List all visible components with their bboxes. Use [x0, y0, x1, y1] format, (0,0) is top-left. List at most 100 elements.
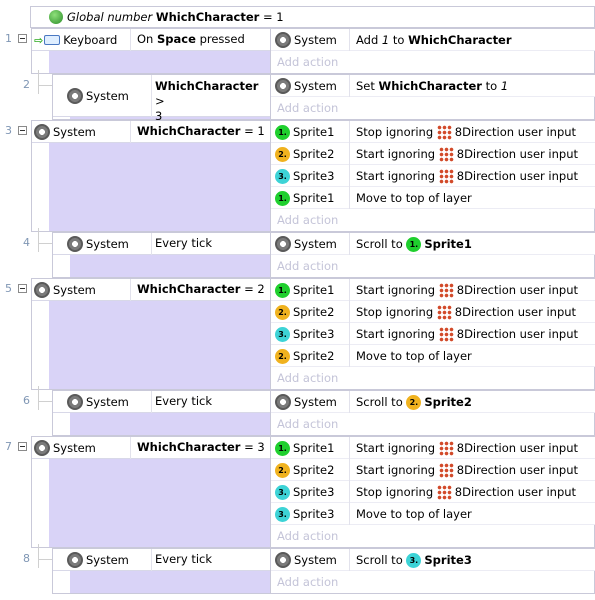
action-object-name: Sprite2: [293, 463, 335, 477]
event-condition[interactable]: System WhichCharacter >3: [53, 75, 270, 123]
collapse-toggle-icon[interactable]: [18, 284, 27, 293]
action-row[interactable]: System Add 1 to WhichCharacter: [271, 29, 595, 51]
add-action-link[interactable]: Add action: [271, 209, 595, 231]
condition-object: System: [67, 233, 129, 255]
action-object-name: Sprite3: [293, 485, 335, 499]
action-variable: WhichCharacter: [408, 33, 512, 47]
global-var-name: WhichCharacter: [155, 10, 260, 24]
condition-text: Every tick: [155, 233, 269, 255]
event-condition[interactable]: System WhichCharacter = 3: [32, 437, 270, 459]
condition-area[interactable]: [70, 412, 270, 435]
collapse-toggle-icon[interactable]: [18, 442, 27, 451]
action-row[interactable]: System Scroll to 2. Sprite2: [271, 391, 595, 413]
action-text: Stop ignoring 8Direction user input: [356, 301, 576, 323]
add-action-link[interactable]: Add action: [271, 413, 595, 435]
keyboard-icon: ⇨: [34, 34, 61, 47]
condition-object: System: [67, 549, 129, 571]
action-object: System: [275, 233, 337, 255]
behavior-name: 8Direction user input: [456, 441, 578, 455]
action-object-name: Sprite3: [293, 327, 335, 341]
action-text: Scroll to 2. Sprite2: [356, 391, 472, 413]
sprite1-icon: 1.: [275, 190, 290, 206]
sprite1-icon: 1.: [275, 282, 290, 298]
cell-divider: [151, 391, 152, 413]
condition-area[interactable]: [49, 300, 270, 389]
action-prefix: Scroll to: [356, 553, 403, 567]
condition-text: WhichCharacter = 3: [137, 437, 268, 459]
action-text: Start ignoring 8Direction user input: [356, 143, 578, 165]
action-label: Start ignoring: [356, 283, 436, 297]
action-row[interactable]: 2. Sprite2 Start ignoring 8Direction user …: [271, 143, 595, 165]
action-row[interactable]: 2. Sprite2 Stop ignoring 8Direction user i…: [271, 301, 595, 323]
cell-divider: [349, 503, 350, 525]
action-row[interactable]: 2. Sprite2 Move to top of layer: [271, 345, 595, 367]
sprite2-icon: 2.: [275, 348, 290, 364]
sprite2-icon: 2.: [275, 146, 290, 162]
action-row[interactable]: 3. Sprite3 Start ignoring 8Direction user …: [271, 323, 595, 345]
collapse-toggle-icon[interactable]: [18, 126, 27, 135]
add-action-link[interactable]: Add action: [271, 97, 595, 119]
add-action-link[interactable]: Add action: [271, 367, 595, 389]
action-row[interactable]: 3. Sprite3 Stop ignoring 8Direction user i…: [271, 481, 595, 503]
action-object: 1. Sprite1: [275, 121, 334, 143]
cell-divider: [349, 459, 350, 481]
action-row[interactable]: System Scroll to 3. Sprite3: [271, 549, 595, 571]
condition-suffix: = 1: [244, 124, 265, 138]
action-object: 3. Sprite3: [275, 503, 334, 525]
condition-text: Every tick: [155, 549, 269, 571]
gear-icon: [275, 78, 291, 94]
cell-divider: [349, 165, 350, 187]
action-connector: to: [392, 33, 405, 47]
event-condition[interactable]: ⇨ Keyboard On Space pressed: [32, 29, 270, 51]
condition-area[interactable]: [70, 570, 270, 593]
action-row[interactable]: 1. Sprite1 Start ignoring 8Direction user …: [271, 279, 595, 301]
condition-area[interactable]: [49, 50, 270, 73]
event-condition[interactable]: System Every tick: [53, 391, 270, 413]
action-row[interactable]: 1. Sprite1 Start ignoring 8Direction user …: [271, 437, 595, 459]
condition-area[interactable]: [49, 458, 270, 547]
add-action-link[interactable]: Add action: [271, 255, 595, 277]
sprite3-icon: 3.: [275, 326, 290, 342]
event-number: 7: [5, 440, 12, 453]
event-condition[interactable]: System Every tick: [53, 549, 270, 571]
behavior-name: 8Direction user input: [456, 327, 578, 341]
collapse-toggle-icon[interactable]: [18, 34, 27, 43]
action-row[interactable]: System Scroll to 1. Sprite1: [271, 233, 595, 255]
action-label: Stop ignoring: [356, 485, 434, 499]
action-row[interactable]: 2. Sprite2 Start ignoring 8Direction user …: [271, 459, 595, 481]
condition-object: System: [34, 279, 96, 301]
scroll-target: Sprite3: [424, 553, 472, 567]
cell-divider: [349, 391, 350, 413]
sprite1-icon: 1.: [275, 124, 290, 140]
gear-icon: [34, 282, 50, 298]
sprite2-icon: 2.: [275, 304, 290, 320]
event-condition[interactable]: System WhichCharacter = 1: [32, 121, 270, 143]
column-divider: [270, 232, 271, 278]
global-variable-row[interactable]: Global number WhichCharacter = 1: [30, 6, 595, 28]
add-action-link[interactable]: Add action: [271, 51, 595, 73]
action-object-name: Sprite1: [293, 191, 335, 205]
add-action-link[interactable]: Add action: [271, 571, 595, 593]
gear-icon: [34, 440, 50, 456]
action-amount: 1: [381, 33, 390, 47]
tree-line: [38, 386, 39, 410]
action-label: Stop ignoring: [356, 125, 434, 139]
condition-area[interactable]: [70, 254, 270, 277]
add-action-link[interactable]: Add action: [271, 525, 595, 547]
action-object: 2. Sprite2: [275, 301, 334, 323]
cell-divider: [349, 481, 350, 503]
cell-divider: [349, 233, 350, 255]
action-row[interactable]: 3. Sprite3 Move to top of layer: [271, 503, 595, 525]
condition-area[interactable]: [49, 142, 270, 231]
scroll-target: Sprite1: [424, 237, 472, 251]
action-row[interactable]: 1. Sprite1 Stop ignoring 8Direction user i…: [271, 121, 595, 143]
action-text: Start ignoring 8Direction user input: [356, 459, 578, 481]
sprite1-icon: 1.: [406, 236, 422, 252]
column-divider: [270, 74, 271, 120]
action-row[interactable]: 1. Sprite1 Move to top of layer: [271, 187, 595, 209]
action-row[interactable]: 3. Sprite3 Start ignoring 8Direction user …: [271, 165, 595, 187]
event-condition[interactable]: System WhichCharacter = 2: [32, 279, 270, 301]
event-condition[interactable]: System Every tick: [53, 233, 270, 255]
action-row[interactable]: System Set WhichCharacter to 1: [271, 75, 595, 97]
condition-object-name: System: [53, 125, 96, 139]
